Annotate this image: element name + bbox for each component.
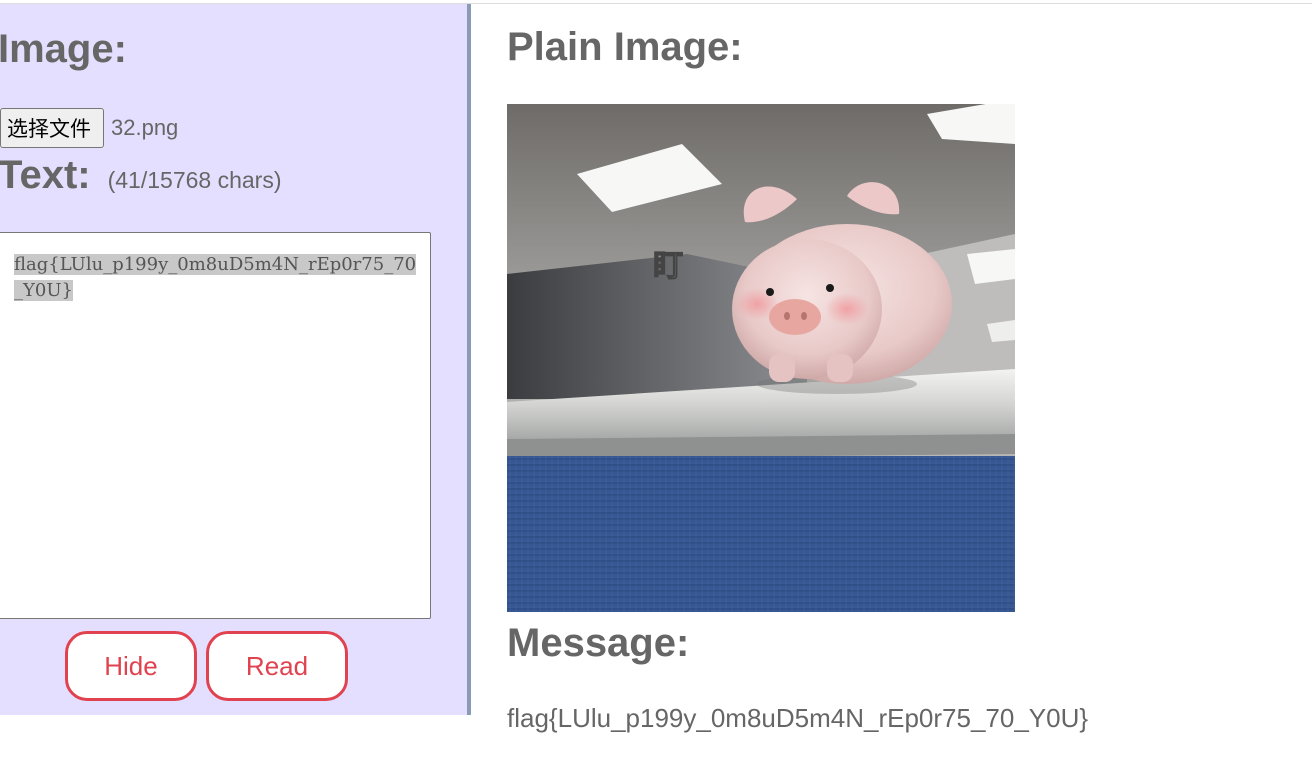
encode-panel: Image: 选择文件 32.png Text: (41/15768 chars… [0,4,467,715]
decoded-message: flag{LUlu_p199y_0m8uD5m4N_rEp0r75_70_Y0U… [507,703,1089,733]
message-heading: Message: [507,621,690,665]
read-button[interactable]: Read [206,631,348,701]
hide-button[interactable]: Hide [65,631,197,701]
choose-file-button[interactable]: 选择文件 [0,108,104,148]
selected-text: flag{LUlu_p199y_0m8uD5m4N_rEp0r75_70_Y0U… [14,254,417,301]
text-heading-row: Text: (41/15768 chars) [0,152,282,198]
secret-text-input[interactable]: flag{LUlu_p199y_0m8uD5m4N_rEp0r75_70_Y0U… [0,232,431,619]
selected-file-name: 32.png [111,115,179,140]
plain-image: 盯 [507,104,1015,612]
text-heading: Text: [0,153,91,197]
file-picker-row: 选择文件 32.png [0,108,178,148]
image-heading: Image: [0,27,127,71]
char-count: (41/15768 chars) [107,167,282,193]
decode-panel: Plain Image: 盯 Message: flag{LUlu_p199y_… [471,4,1312,760]
image-caption: 盯 [653,249,683,284]
plain-image-heading: Plain Image: [507,25,743,69]
